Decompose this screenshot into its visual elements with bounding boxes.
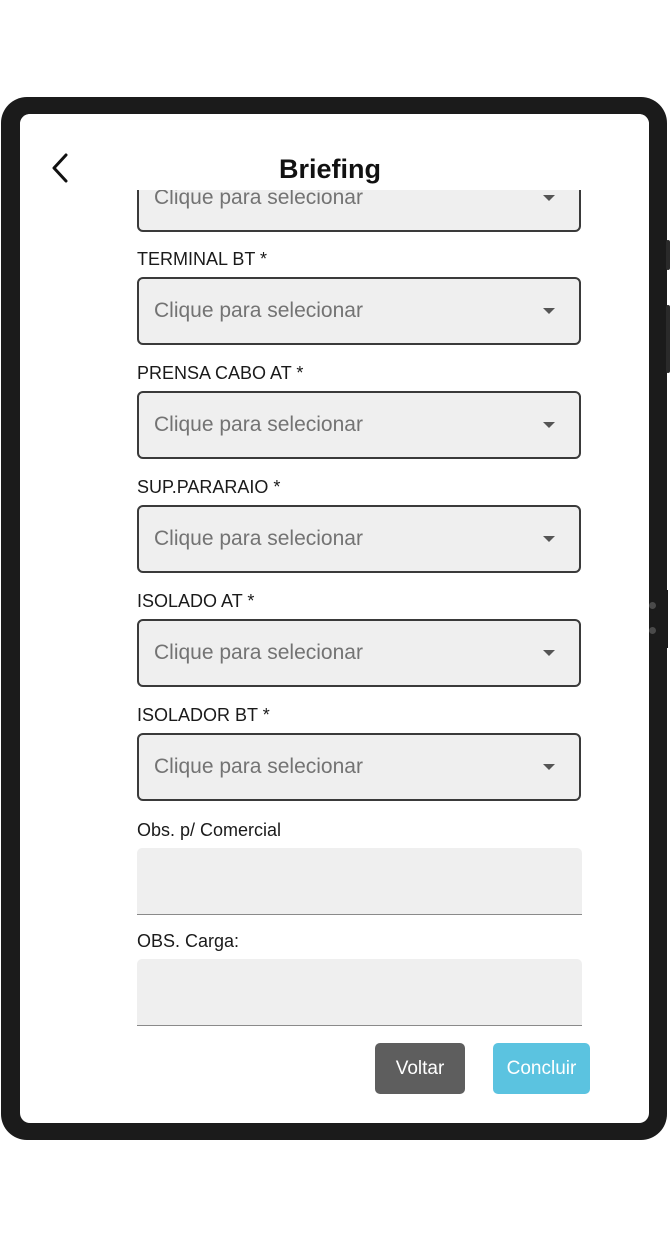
label-isolado-at: ISOLADO AT * (137, 591, 255, 611)
label-isolador-bt: ISOLADOR BT * (137, 705, 270, 725)
select-terminal-bt[interactable]: Clique para selecionar (137, 277, 581, 345)
label-obs-carga: OBS. Carga: (137, 931, 240, 951)
label-obs-comercial: Obs. p/ Comercial (137, 820, 282, 840)
app-header: Briefing (20, 114, 649, 190)
obs-carga-input[interactable] (137, 959, 582, 1026)
select-placeholder: Clique para selecionar (154, 641, 363, 664)
dropdown-caret-icon (543, 422, 555, 428)
dropdown-caret-icon (543, 195, 555, 201)
dropdown-caret-icon (543, 650, 555, 656)
back-button[interactable]: Voltar (375, 1043, 465, 1094)
select-prensa-cabo-at[interactable]: Clique para selecionar (137, 391, 581, 459)
finish-button[interactable]: Concluir (493, 1043, 590, 1094)
select-placeholder: Clique para selecionar (154, 413, 363, 436)
dropdown-caret-icon (543, 536, 555, 542)
dropdown-caret-icon (543, 308, 555, 314)
sensor-dot (649, 602, 656, 609)
select-isolado-at[interactable]: Clique para selecionar (137, 619, 581, 687)
obs-comercial-input[interactable] (137, 848, 582, 915)
select-sup-pararaio[interactable]: Clique para selecionar (137, 505, 581, 573)
page-title: Briefing (278, 154, 381, 184)
side-button-lower (666, 305, 670, 373)
form-scroll-area[interactable]: Clique para selecionar TERMINAL BT * Cli… (20, 114, 649, 1123)
label-terminal-bt: TERMINAL BT * (137, 249, 268, 269)
app-screen: Clique para selecionar TERMINAL BT * Cli… (20, 114, 649, 1123)
label-sup-pararaio: SUP.PARARAIO * (137, 477, 281, 497)
select-placeholder: Clique para selecionar (154, 527, 363, 550)
sensor-dot (649, 627, 656, 634)
label-prensa-cabo-at: PRENSA CABO AT * (137, 363, 304, 383)
select-placeholder: Clique para selecionar (154, 299, 363, 322)
select-placeholder: Clique para selecionar (154, 755, 363, 778)
side-button-upper (666, 240, 670, 270)
select-isolador-bt[interactable]: Clique para selecionar (137, 733, 581, 801)
dropdown-caret-icon (543, 764, 555, 770)
